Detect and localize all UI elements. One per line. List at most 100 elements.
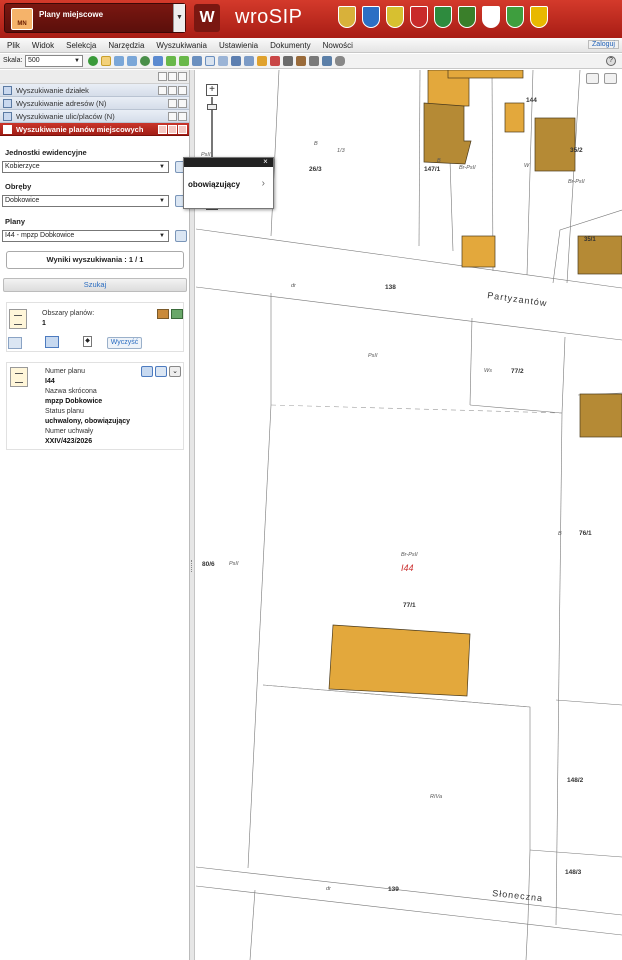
table-icon[interactable] xyxy=(231,56,241,66)
help-icon[interactable]: ? xyxy=(606,56,616,66)
restore-icon[interactable] xyxy=(168,72,177,81)
minimize-icon[interactable] xyxy=(158,72,167,81)
zoom-out-icon[interactable] xyxy=(127,56,137,66)
forward-arrow-icon[interactable] xyxy=(179,56,189,66)
menu-item-selekcja[interactable]: Selekcja xyxy=(59,41,101,50)
panel-address-search[interactable]: Wyszukiwanie adresów (N) xyxy=(0,97,189,110)
map-label: 147/1 xyxy=(424,166,441,173)
restore-icon[interactable] xyxy=(168,86,177,95)
menu-item-dokumenty[interactable]: Dokumenty xyxy=(263,41,315,50)
app-root: MN Plany miejscowe ▼ W wroSIP Plik Widok… xyxy=(0,0,622,960)
unit-value: Kobierzyce xyxy=(5,163,40,170)
link-icon[interactable] xyxy=(335,56,345,66)
panel-icon xyxy=(3,112,12,121)
locate-icon[interactable] xyxy=(8,337,22,349)
panel-plan-search[interactable]: Wyszukiwanie planów miejscowych xyxy=(0,123,189,136)
chevron-down-icon[interactable]: ▼ xyxy=(173,4,185,32)
crest-icon xyxy=(506,6,524,28)
plan-select[interactable]: I44 - mpzp Dobkowice ▼ xyxy=(2,230,169,242)
details-icon[interactable] xyxy=(155,366,167,377)
search-icon[interactable] xyxy=(175,230,187,242)
zoom-to-icon[interactable] xyxy=(45,336,59,348)
app-selector[interactable]: MN Plany miejscowe ▼ xyxy=(4,3,186,33)
panel-title: Wyszukiwanie planów miejscowych xyxy=(16,125,144,134)
chart-icon[interactable] xyxy=(270,56,280,66)
menubar: Plik Widok Selekcja Narzędzia Wyszukiwan… xyxy=(0,38,622,53)
zoom-slider-handle[interactable] xyxy=(207,104,217,110)
back-arrow-icon[interactable] xyxy=(166,56,176,66)
chevron-down-icon[interactable]: ⌄ xyxy=(169,366,181,377)
export-icon[interactable] xyxy=(283,56,293,66)
zoom-to-icon[interactable] xyxy=(141,366,153,377)
chevron-right-icon[interactable]: › xyxy=(262,178,265,189)
app-logo-icon: MN xyxy=(11,8,33,30)
plan-label: I44 xyxy=(401,563,414,573)
panel-icon xyxy=(3,99,12,108)
menu-item-widok[interactable]: Widok xyxy=(25,41,59,50)
map-label: 139 xyxy=(388,886,399,893)
bookmark-icon[interactable] xyxy=(296,56,306,66)
chevron-down-icon: ▼ xyxy=(159,164,165,170)
search-map-icon[interactable] xyxy=(604,73,617,84)
close-icon[interactable] xyxy=(178,72,187,81)
map-label: B xyxy=(314,141,318,147)
close-icon[interactable] xyxy=(178,99,187,108)
unit-select[interactable]: Kobierzyce ▼ xyxy=(2,161,169,173)
restore-icon[interactable] xyxy=(168,125,177,134)
measure-line-icon[interactable] xyxy=(192,56,202,66)
layers-icon[interactable] xyxy=(218,56,228,66)
scale-select[interactable]: 500 ▼ xyxy=(25,55,83,67)
map-label: W xyxy=(524,163,530,169)
close-icon[interactable]: × xyxy=(261,157,270,166)
app-title: Plany miejscowe xyxy=(39,10,104,19)
menu-item-wyszukiwania[interactable]: Wyszukiwania xyxy=(149,41,212,50)
menu-item-narzedzia[interactable]: Narzędzia xyxy=(101,41,149,50)
restore-icon[interactable] xyxy=(168,112,177,121)
table-icon[interactable] xyxy=(157,309,169,319)
copy-icon[interactable] xyxy=(322,56,332,66)
crest-icon xyxy=(482,6,500,28)
map-label: 148/3 xyxy=(565,869,582,876)
close-icon[interactable] xyxy=(178,86,187,95)
restore-icon[interactable] xyxy=(168,99,177,108)
sort-icon[interactable]: ◆ xyxy=(83,336,92,347)
sidebar-topbar xyxy=(0,70,189,84)
help-icon[interactable] xyxy=(158,125,167,134)
short-value: mpzp Dobkowice xyxy=(45,398,103,405)
globe-icon[interactable] xyxy=(140,56,150,66)
menu-item-plik[interactable]: Plik xyxy=(0,41,25,50)
clear-button[interactable]: Wyczyść xyxy=(107,337,142,349)
comment-icon[interactable] xyxy=(586,73,599,84)
login-button[interactable]: Zaloguj xyxy=(588,40,619,49)
crest-icon xyxy=(434,6,452,28)
close-icon[interactable] xyxy=(178,125,187,134)
status-value: uchwalony, obowiązujący xyxy=(45,418,131,425)
district-value: Dobkowice xyxy=(5,197,40,204)
menu-item-ustawienia[interactable]: Ustawienia xyxy=(212,41,263,50)
panel-parcel-search[interactable]: Wyszukiwanie działek xyxy=(0,84,189,97)
panel-street-search[interactable]: Wyszukiwanie ulic/placów (N) xyxy=(0,110,189,123)
zoom-in-button[interactable]: + xyxy=(206,84,218,96)
close-icon[interactable] xyxy=(178,112,187,121)
map-icon[interactable] xyxy=(171,309,183,319)
select-rect-icon[interactable] xyxy=(205,56,215,66)
help-icon[interactable] xyxy=(158,86,167,95)
document-icon xyxy=(9,309,27,329)
map-label: Br-PsII xyxy=(459,165,476,171)
extent-icon[interactable] xyxy=(153,56,163,66)
popup-status-text: obowiązujący xyxy=(188,180,241,189)
short-label: Nazwa skrócona xyxy=(45,388,97,395)
zoom-in-icon[interactable] xyxy=(114,56,124,66)
search-button[interactable]: Szukaj xyxy=(3,278,187,292)
menu-item-nowosci[interactable]: Nowości xyxy=(316,41,358,50)
info-icon[interactable] xyxy=(88,56,98,66)
print-icon[interactable] xyxy=(309,56,319,66)
district-select[interactable]: Dobkowice ▼ xyxy=(2,195,169,207)
pencil-icon[interactable] xyxy=(257,56,267,66)
pan-hand-icon[interactable] xyxy=(101,56,111,66)
crest-icon xyxy=(530,6,548,28)
map-label: 26/3 xyxy=(309,166,322,173)
print-preview-icon[interactable] xyxy=(244,56,254,66)
map-popup: × obowiązujący › xyxy=(183,157,274,209)
crests xyxy=(338,6,548,32)
